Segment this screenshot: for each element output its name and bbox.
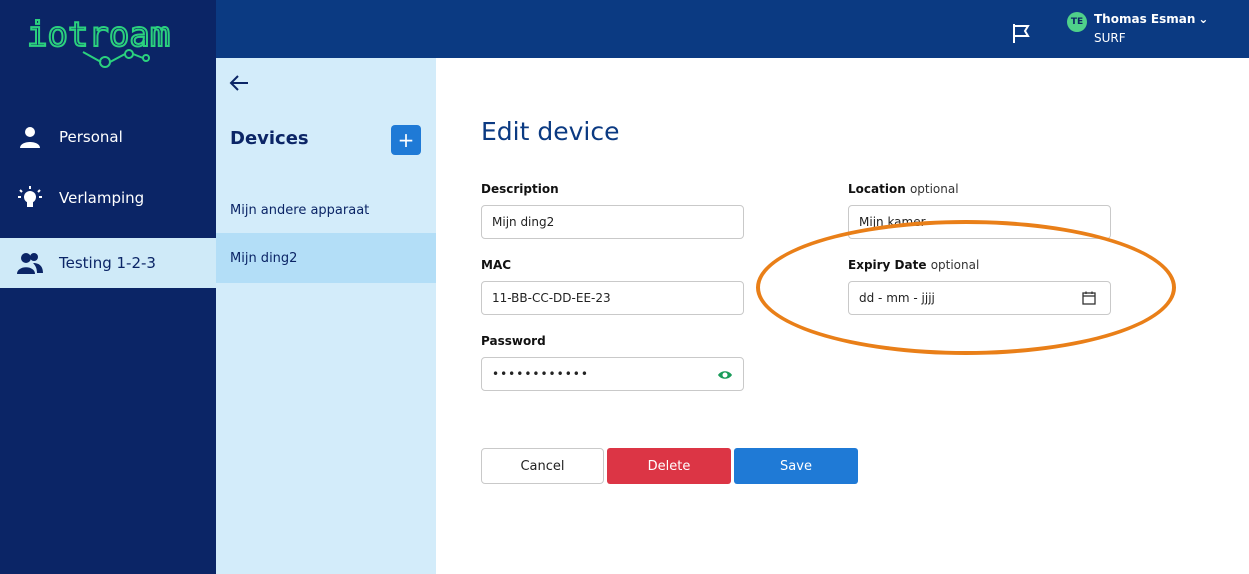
top-bar [216,0,1249,58]
user-name: Thomas Esman [1094,12,1196,26]
lightbulb-icon [15,183,45,213]
cancel-button[interactable]: Cancel [481,448,604,484]
sidebar: iotroam Personal Verlamping Testing 1-2-… [0,0,216,574]
add-device-button[interactable]: + [391,125,421,155]
sidebar-item-label: Testing 1-2-3 [59,254,156,272]
page-title: Edit device [481,117,620,146]
delete-button[interactable]: Delete [607,448,731,484]
password-value: •••••••••••• [492,367,589,381]
user-menu[interactable]: Thomas Esman ⌄ [1094,12,1208,26]
iotroam-logo[interactable]: iotroam [25,8,195,68]
devices-panel: Devices + Mijn andere apparaat Mijn ding… [216,58,436,574]
flag-icon[interactable] [1010,22,1032,44]
sidebar-item-label: Personal [59,128,123,146]
mac-label: MAC [481,258,512,272]
device-list-item[interactable]: Mijn andere apparaat [216,185,436,235]
expiry-date-placeholder: dd - mm - jjjj [859,291,935,305]
description-label: Description [481,182,559,196]
back-arrow-icon[interactable] [228,72,250,94]
password-input[interactable]: •••••••••••• [481,357,744,391]
avatar[interactable]: TE [1067,12,1087,32]
chevron-down-icon: ⌄ [1198,12,1209,26]
logo-wordmark: iotroam [27,15,170,55]
sidebar-item-personal[interactable]: Personal [0,112,216,162]
devices-title: Devices [230,128,309,149]
expiry-date-label: Expiry Date optional [848,258,980,272]
sidebar-item-verlamping[interactable]: Verlamping [0,173,216,223]
description-input[interactable]: Mijn ding2 [481,205,744,239]
expiry-date-input[interactable]: dd - mm - jjjj [848,281,1111,315]
save-button[interactable]: Save [734,448,858,484]
device-list-item-active[interactable]: Mijn ding2 [216,233,436,283]
location-input[interactable]: Mijn kamer [848,205,1111,239]
sidebar-item-label: Verlamping [59,189,145,207]
location-label: Location optional [848,182,959,196]
mac-input[interactable]: 11-BB-CC-DD-EE-23 [481,281,744,315]
calendar-icon[interactable] [1082,291,1096,305]
person-icon [15,122,45,152]
password-label: Password [481,334,546,348]
sidebar-item-testing[interactable]: Testing 1-2-3 [0,238,216,288]
eye-icon[interactable] [717,367,733,383]
user-org: SURF [1094,31,1126,45]
group-icon [15,248,45,278]
